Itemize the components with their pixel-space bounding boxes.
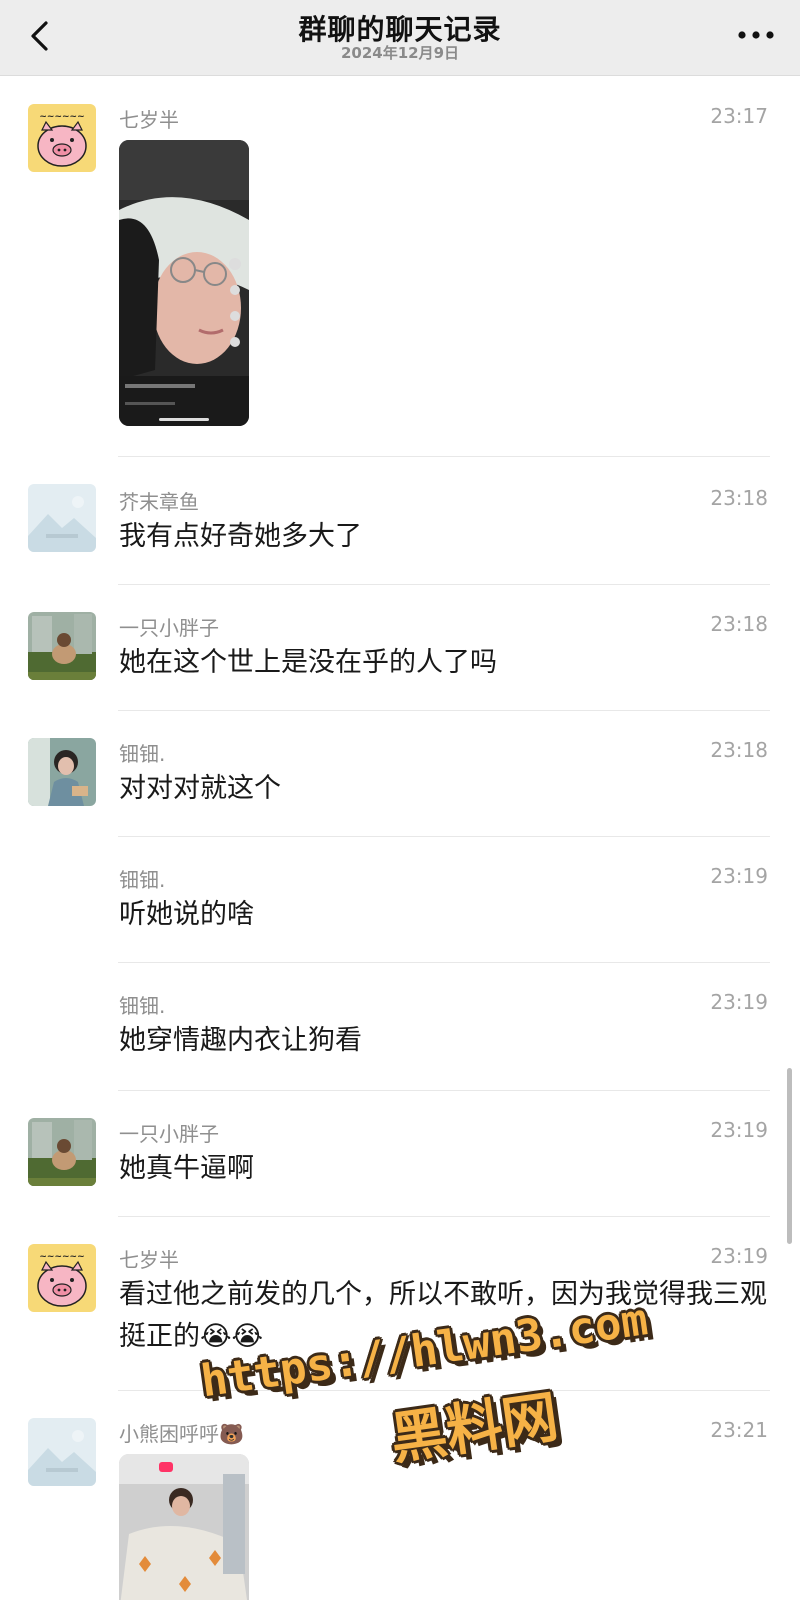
message-time: 23:19 [710, 1244, 768, 1268]
divider [118, 710, 770, 711]
sender-name: 钿钿. [119, 742, 166, 766]
message-time: 23:19 [710, 864, 768, 888]
avatar[interactable]: ~~~~~~ [28, 104, 96, 172]
svg-text:~~~~~~: ~~~~~~ [39, 112, 84, 122]
message-text: 她真牛逼啊 [119, 1153, 254, 1184]
message-item: 一只小胖子 23:18 她在这个世上是没在乎的人了吗 [0, 602, 800, 712]
message-time: 23:21 [710, 1418, 768, 1442]
avatar[interactable] [28, 1118, 96, 1186]
outdoor-photo-avatar [28, 612, 96, 680]
message-time: 23:18 [710, 738, 768, 762]
message-time: 23:17 [710, 104, 768, 128]
message-item: 钿钿. 23:19 她穿情趣内衣让狗看 [0, 980, 800, 1090]
pig-sticker-avatar: ~~~~~~ [28, 104, 96, 172]
divider [118, 456, 770, 457]
message-item: 钿钿. 23:19 听她说的啥 [0, 854, 800, 964]
chat-date: 2024年12月9日 [340, 44, 460, 62]
video-screenshot [119, 140, 249, 426]
more-button[interactable] [734, 20, 778, 50]
sender-name: 芥末章鱼 [119, 490, 199, 514]
divider [118, 584, 770, 585]
more-dots-icon [738, 31, 774, 39]
girl-photo-avatar [28, 738, 96, 806]
chat-header: 群聊的聊天记录 2024年12月9日 [0, 0, 800, 76]
outdoor-photo-avatar [28, 1118, 96, 1186]
avatar[interactable] [28, 484, 96, 552]
landscape-placeholder-avatar [28, 1418, 96, 1486]
pig-sticker-avatar: ~~~~~~ [28, 1244, 96, 1312]
divider [118, 1216, 770, 1217]
sender-name: 一只小胖子 [119, 1122, 219, 1146]
message-item: ~~~~~~ 七岁半 23:19 看过他之前发的几个，所以不敢听，因为我觉得我三… [0, 1234, 800, 1384]
sender-name: 一只小胖子 [119, 616, 219, 640]
message-time: 23:19 [710, 1118, 768, 1142]
video-thumbnail[interactable] [119, 140, 249, 426]
message-text: 看过他之前发的几个，所以不敢听，因为我觉得我三观挺正的😭😭 [119, 1279, 767, 1352]
message-item: ~~~~~~ 七岁半 23:17 [0, 96, 800, 436]
scrollbar[interactable] [787, 1068, 792, 1244]
message-item: 钿钿. 23:18 对对对就这个 [0, 728, 800, 838]
message-item: 芥末章鱼 23:18 我有点好奇她多大了 [0, 476, 800, 586]
svg-text:~~~~~~: ~~~~~~ [39, 1252, 84, 1262]
divider [118, 836, 770, 837]
message-text: 她在这个世上是没在乎的人了吗 [119, 647, 497, 678]
message-time: 23:18 [710, 612, 768, 636]
message-text: 对对对就这个 [119, 773, 281, 804]
divider [118, 1390, 770, 1391]
message-item: 一只小胖子 23:19 她真牛逼啊 [0, 1108, 800, 1218]
sender-name: 钿钿. [119, 994, 166, 1018]
message-time: 23:19 [710, 990, 768, 1014]
message-text: 她穿情趣内衣让狗看 [119, 1025, 362, 1056]
divider [118, 1090, 770, 1091]
avatar[interactable] [28, 738, 96, 806]
avatar[interactable] [28, 1418, 96, 1486]
sender-name: 小熊困呼呼🐻 [119, 1422, 244, 1446]
divider [118, 962, 770, 963]
video-screenshot [119, 1454, 249, 1600]
landscape-placeholder-avatar [28, 484, 96, 552]
message-text: 听她说的啥 [119, 899, 254, 930]
avatar[interactable] [28, 612, 96, 680]
message-text: 我有点好奇她多大了 [119, 521, 362, 552]
video-thumbnail[interactable] [119, 1454, 249, 1600]
sender-name: 七岁半 [119, 108, 179, 132]
sender-name: 七岁半 [119, 1248, 179, 1272]
sender-name: 钿钿. [119, 868, 166, 892]
message-item: 小熊困呼呼🐻 23:21 [0, 1408, 800, 1600]
avatar[interactable]: ~~~~~~ [28, 1244, 96, 1312]
message-time: 23:18 [710, 486, 768, 510]
